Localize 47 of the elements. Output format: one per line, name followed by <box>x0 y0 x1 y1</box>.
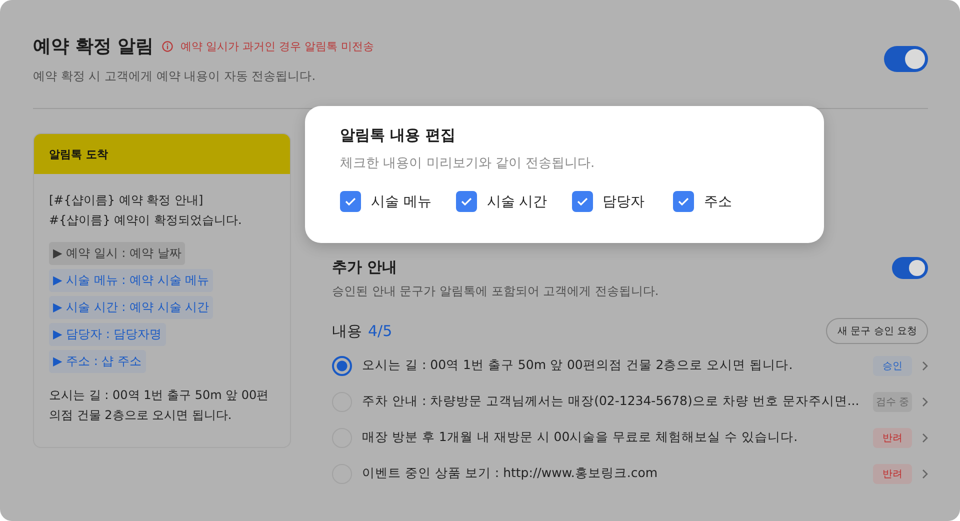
checkbox-option[interactable]: 시술 시간 <box>456 191 572 212</box>
section-description: 승인된 안내 문구가 알림톡에 포함되어 고객에게 전송됩니다. <box>332 282 660 300</box>
popover-title: 알림톡 내용 편집 <box>340 126 456 145</box>
status-badge: 승인 <box>873 356 912 376</box>
toggle-switch[interactable] <box>884 46 928 72</box>
content-count: 4/5 <box>368 322 392 340</box>
checkbox[interactable] <box>456 191 477 212</box>
variable-tag: ▶ 주소 : 샵 주소 <box>49 350 146 373</box>
section-description: 예약 확정 시 고객에게 예약 내용이 자동 전송됩니다. <box>33 68 317 85</box>
content-label: 내용 <box>332 322 362 340</box>
message-line: #{샵이름} 예약이 확정되었습니다. <box>49 212 243 229</box>
preview-header: 알림톡 도착 <box>34 134 290 174</box>
toggle-switch[interactable] <box>892 257 928 279</box>
checkbox[interactable] <box>340 191 361 212</box>
variable-tag: ▶ 예약 일시 : 예약 날짜 <box>49 242 186 265</box>
variable-tag: ▶ 시술 시간 : 예약 시술 시간 <box>49 296 214 319</box>
notice-text: 오시는 길 : 00역 1번 출구 50m 앞 00편의점 건물 2층으로 오시면 됩니다. <box>362 357 794 374</box>
popover-description: 체크한 내용이 미리보기와 같이 전송됩니다. <box>340 155 596 172</box>
checkbox-option[interactable]: 주소 <box>673 191 789 212</box>
check-icon <box>345 197 356 206</box>
radio-button[interactable] <box>332 356 352 376</box>
warning-text: 예약 일시가 과거인 경우 알림톡 미전송 <box>180 38 374 54</box>
chevron-right-icon[interactable] <box>922 468 928 479</box>
check-icon <box>460 197 472 206</box>
status-badge: 검수 중 <box>873 392 912 412</box>
chevron-right-icon[interactable] <box>922 360 928 371</box>
notice-text: 매장 방분 후 1개월 내 재방문 시 00시술을 무료로 체험해보실 수 있습니다. <box>362 429 799 446</box>
request-button[interactable]: 새 문구 승인 요청 <box>826 318 928 344</box>
status-badge: 반려 <box>873 464 912 484</box>
variable-tag: ▶ 시술 메뉴 : 예약 시술 메뉴 <box>49 269 214 292</box>
notice-text: 주차 안내 : 차량방문 고객님께서는 매장(02-1234-5678)으로 차량 번호 문자주시면... <box>362 393 860 410</box>
check-icon <box>576 197 588 206</box>
checkbox[interactable] <box>572 191 592 212</box>
message-footer: 오시는 길 : 00역 1번 출구 50m 앞 00편의점 건물 2층으로 오시면 됩니다. <box>49 385 275 425</box>
checkbox-option[interactable]: 담당자 <box>572 191 674 212</box>
notice-text: 이벤트 중인 상품 보기 : http://www.홍보링크.com <box>362 465 659 482</box>
checkbox-option[interactable]: 시술 메뉴 <box>340 191 456 212</box>
section-title: 예약 확정 알림 <box>33 35 154 58</box>
message-line: [#{샵이름} 예약 확정 안내] <box>49 192 204 209</box>
status-badge: 반려 <box>873 428 912 448</box>
checkbox[interactable] <box>673 191 694 212</box>
chevron-right-icon[interactable] <box>922 396 928 407</box>
variable-tag: ▶ 담당자 : 담당자명 <box>49 323 166 346</box>
section-title: 추가 안내 <box>332 258 398 278</box>
info-icon <box>162 40 173 52</box>
check-icon <box>678 197 690 206</box>
chevron-right-icon[interactable] <box>922 432 928 443</box>
